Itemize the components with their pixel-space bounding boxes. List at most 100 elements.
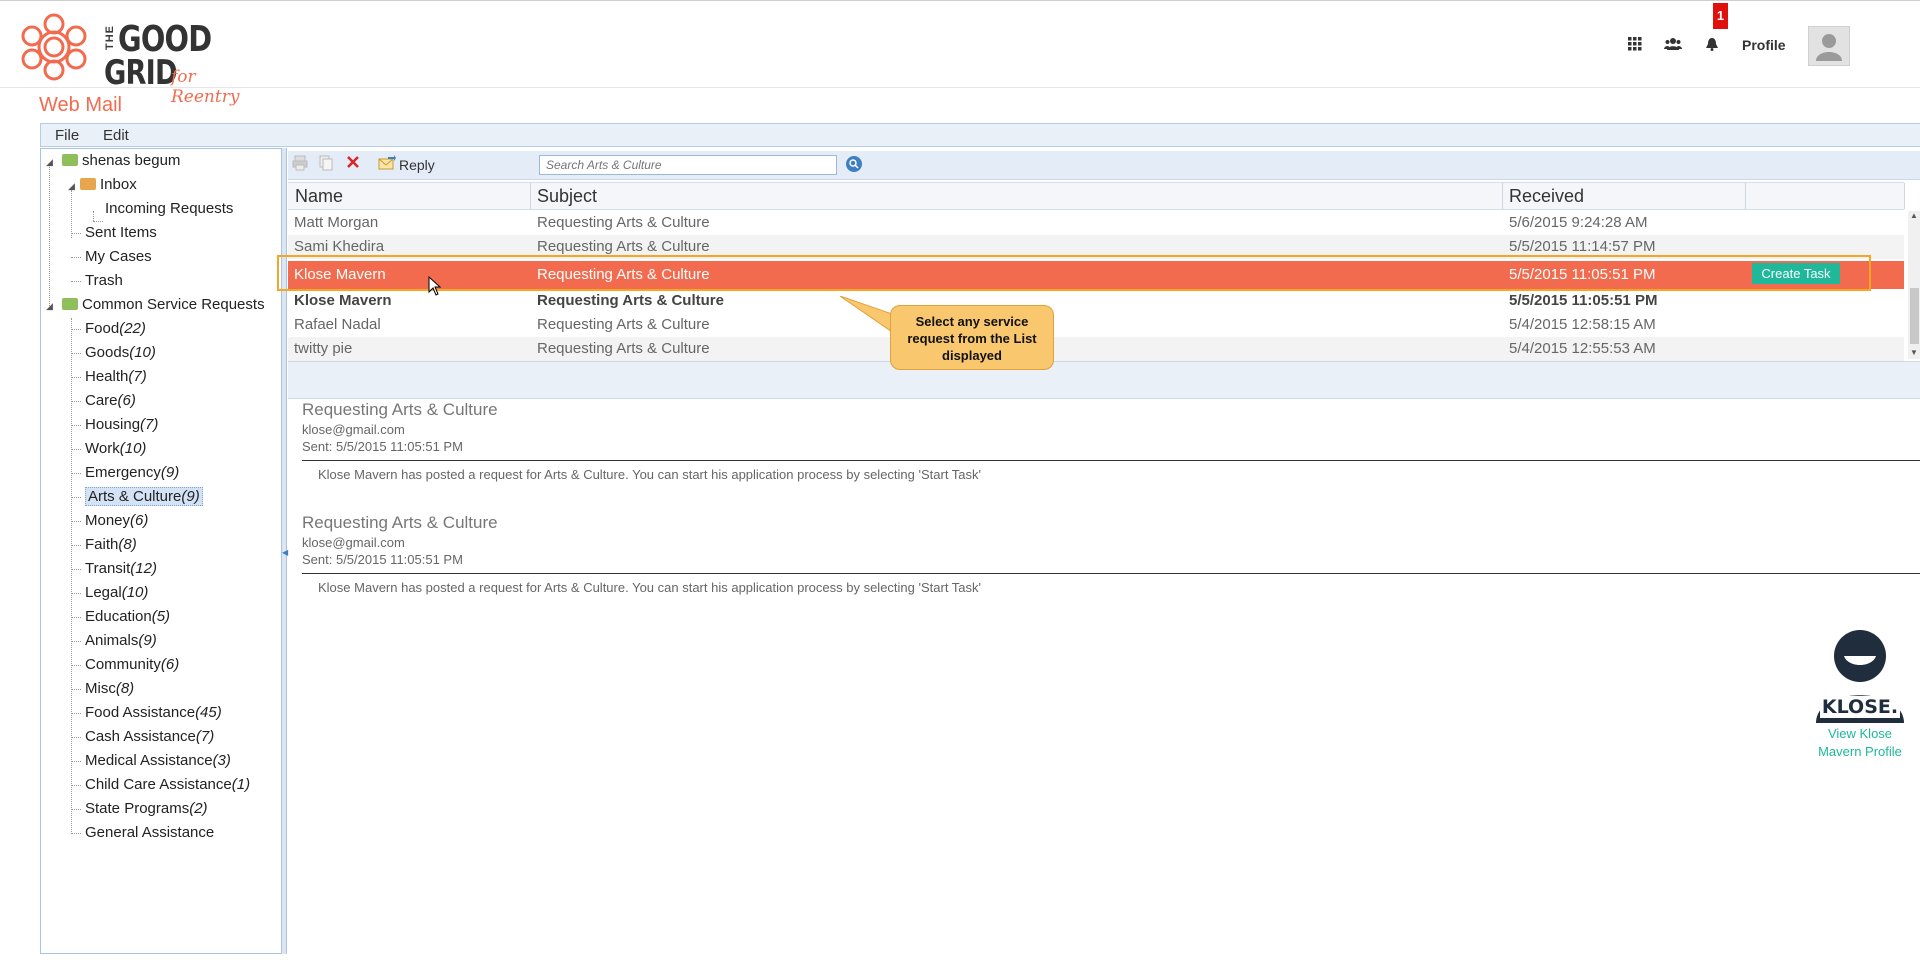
message-preview-2[interactable]: Requesting Arts & Culture klose@gmail.co… [302, 513, 1920, 595]
tree-category-name: Food [85, 320, 120, 337]
cell-subject: Requesting Arts & Culture [537, 292, 724, 309]
tree-user-label: shenas begum [82, 152, 181, 169]
tree-category-name: General Assistance [85, 824, 215, 841]
print-icon[interactable] [292, 155, 308, 175]
copy-icon[interactable] [318, 155, 334, 175]
message-sent: Sent: 5/5/2015 11:05:51 PM [302, 552, 463, 567]
column-subject[interactable]: Subject [537, 186, 597, 207]
tree-category[interactable]: Food(22) [85, 320, 146, 337]
cell-name: Rafael Nadal [294, 316, 381, 333]
tree-category[interactable]: Cash Assistance(7) [85, 728, 214, 745]
menu-file[interactable]: File [55, 127, 79, 144]
table-row[interactable]: twitty pie Requesting Arts & Culture 5/4/2… [288, 337, 1904, 361]
view-profile-link[interactable]: View Klose Mavern Profile [1808, 725, 1912, 761]
inbox-folder-icon [80, 178, 96, 190]
search-input[interactable] [539, 155, 837, 175]
collapse-pane-icon[interactable]: ◀ [282, 548, 288, 557]
tree-category[interactable]: Legal(10) [85, 584, 148, 601]
tree-category[interactable]: Housing(7) [85, 416, 158, 433]
collapse-toggle-icon[interactable]: ◢ [46, 157, 53, 168]
tree-category[interactable]: Faith(8) [85, 536, 137, 553]
avatar[interactable] [1808, 26, 1850, 66]
tree-category-name: Transit [85, 560, 131, 577]
tree-category-name: Housing [85, 416, 141, 433]
tree-category[interactable]: Work(10) [85, 440, 146, 457]
tree-category-name: Food Assistance [85, 704, 196, 721]
collapse-toggle-icon[interactable]: ◢ [68, 181, 75, 192]
tree-category-name: Misc [85, 680, 116, 697]
cell-received: 5/4/2015 12:58:15 AM [1509, 316, 1656, 333]
tree-category[interactable]: Emergency(9) [85, 464, 179, 481]
table-row[interactable]: Rafael Nadal Requesting Arts & Culture 5/4… [288, 313, 1904, 337]
tree-category[interactable]: Animals(9) [85, 632, 157, 649]
tree-category[interactable]: Child Care Assistance(1) [85, 776, 250, 793]
tree-inbox[interactable]: Inbox [80, 176, 137, 193]
message-body: Klose Mavern has posted a request for Ar… [318, 580, 982, 595]
users-icon[interactable] [1664, 37, 1682, 55]
tree-category[interactable]: Misc(8) [85, 680, 134, 697]
tree-common-service-requests[interactable]: Common Service Requests [62, 296, 265, 313]
tree-category[interactable]: Food Assistance(45) [85, 704, 222, 721]
reply-icon[interactable] [378, 155, 396, 175]
create-task-button[interactable]: Create Task [1752, 263, 1840, 284]
reply-button[interactable]: Reply [399, 157, 435, 173]
bell-icon[interactable] [1703, 37, 1721, 55]
tree-category-count: (5) [151, 608, 171, 625]
tree-category-name: State Programs [85, 800, 190, 817]
tree-category-name: Child Care Assistance [85, 776, 232, 793]
cell-received: 5/5/2015 11:14:57 PM [1509, 238, 1656, 255]
tree-category[interactable]: Care(6) [85, 392, 136, 409]
tree-category-count: (9) [160, 464, 180, 481]
message-sent: Sent: 5/5/2015 11:05:51 PM [302, 439, 463, 454]
tree-user[interactable]: shenas begum [62, 152, 180, 169]
tree-category[interactable]: Money(6) [85, 512, 148, 529]
tree-incoming-requests[interactable]: Incoming Requests [105, 200, 233, 217]
apps-grid-icon[interactable] [1626, 37, 1644, 55]
mouse-cursor-icon [428, 276, 442, 296]
delete-icon[interactable] [346, 155, 360, 173]
tree-category[interactable]: Health(7) [85, 368, 147, 385]
tree-category-name: Medical Assistance [85, 752, 213, 769]
cell-subject: Requesting Arts & Culture [537, 316, 710, 333]
table-row[interactable]: Matt Morgan Requesting Arts & Culture 5/6/… [288, 211, 1904, 235]
cell-name: Matt Morgan [294, 214, 379, 231]
column-received[interactable]: Received [1509, 186, 1584, 207]
tree-category-count: (1) [231, 776, 251, 793]
flower-logo-icon [21, 13, 87, 81]
tree-category[interactable]: Goods(10) [85, 344, 156, 361]
tree-category-name: Animals [85, 632, 139, 649]
message-preview-1[interactable]: Requesting Arts & Culture klose@gmail.co… [302, 400, 1920, 482]
tree-category[interactable]: General Assistance [85, 824, 214, 841]
collapse-toggle-icon[interactable]: ◢ [46, 301, 53, 312]
scroll-down-icon[interactable]: ▼ [1910, 348, 1918, 357]
notification-badge: 1 [1713, 3, 1728, 29]
tree-category[interactable]: State Programs(2) [85, 800, 208, 817]
scroll-up-icon[interactable]: ▲ [1910, 211, 1918, 220]
tree-trash[interactable]: Trash [85, 272, 123, 289]
tree-category-count: (6) [117, 392, 136, 409]
grid-scrollbar-thumb[interactable] [1910, 288, 1919, 344]
tree-sent-items[interactable]: Sent Items [85, 224, 157, 241]
tree-category-name: Goods [85, 344, 130, 361]
tree-category-count: (12) [130, 560, 157, 577]
tree-category[interactable]: Arts & Culture(9) [85, 487, 203, 506]
table-row[interactable]: Klose Mavern Requesting Arts & Culture 5/5… [288, 289, 1904, 313]
tree-category-name: Health [85, 368, 129, 385]
tree-category[interactable]: Community(6) [85, 656, 179, 673]
brand-logo[interactable]: THE GOOD GRID for Reentry [18, 9, 239, 107]
column-name[interactable]: Name [295, 186, 343, 207]
tree-my-cases[interactable]: My Cases [85, 248, 152, 265]
tree-category[interactable]: Transit(12) [85, 560, 157, 577]
search-icon[interactable] [846, 156, 862, 172]
tree-category-name: Faith [85, 536, 119, 553]
tree-inbox-label: Inbox [100, 176, 137, 193]
folder-icon [62, 298, 78, 310]
tree-category[interactable]: Education(5) [85, 608, 170, 625]
profile-link[interactable]: Profile [1742, 37, 1786, 53]
tree-category-name: Arts & Culture [88, 488, 182, 505]
cell-subject: Requesting Arts & Culture [537, 214, 710, 231]
tree-category-count: (3) [212, 752, 231, 769]
tree-category[interactable]: Medical Assistance(3) [85, 752, 231, 769]
cell-subject: Requesting Arts & Culture [537, 238, 710, 255]
menu-edit[interactable]: Edit [103, 127, 129, 144]
